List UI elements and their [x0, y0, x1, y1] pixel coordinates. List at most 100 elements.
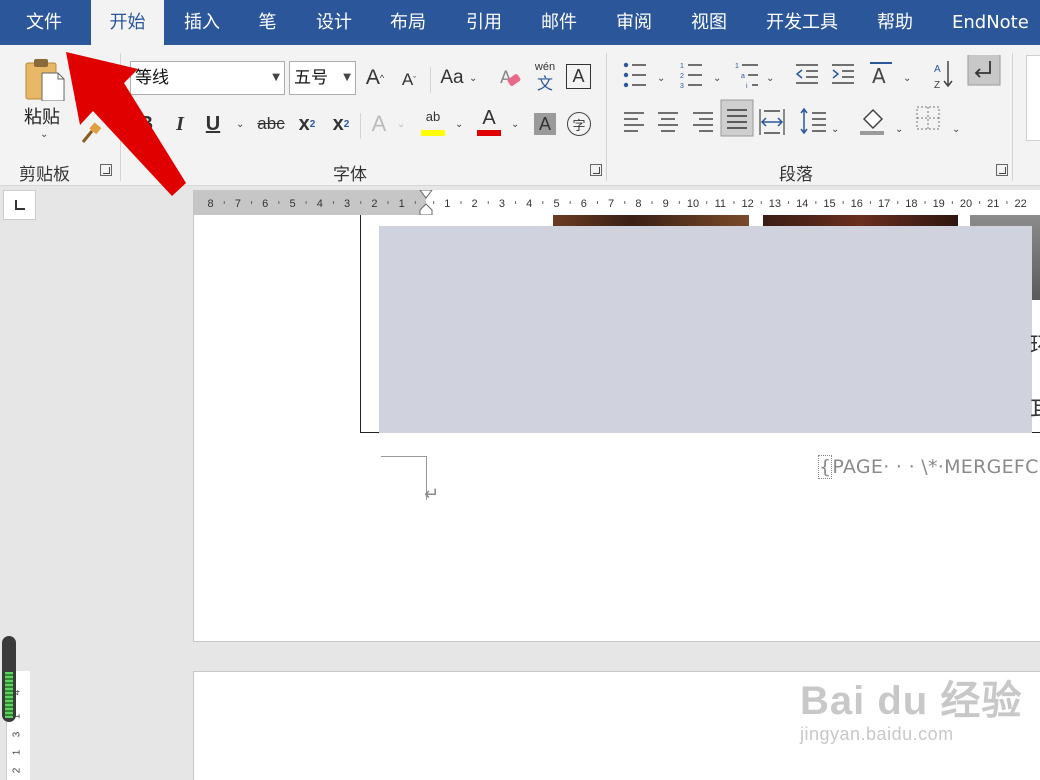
shading-icon[interactable] [860, 108, 884, 135]
subscript-button[interactable]: x2 [294, 111, 320, 137]
distributed-icon[interactable] [759, 109, 785, 135]
ruler-number: 20 [960, 198, 972, 210]
chevron-down-icon[interactable]: ⌄ [469, 73, 477, 84]
change-case-button[interactable]: Aa [436, 65, 468, 91]
ruler-number: 4 [317, 198, 323, 210]
ruler-number: 8 [208, 198, 214, 210]
tab-insert[interactable]: 插入 [166, 0, 238, 45]
chevron-down-icon[interactable]: ⌄ [511, 119, 519, 130]
tab-endnote[interactable]: EndNote X [936, 0, 1040, 78]
align-right-icon[interactable] [693, 112, 713, 132]
ruler-number: 1 [11, 749, 23, 756]
font-name-combo[interactable]: 等线 ▼ [130, 61, 285, 95]
phonetic-guide-button[interactable]: wén 文 [532, 61, 558, 95]
ruler-number: 13 [769, 198, 781, 210]
ruler-number: 11 [715, 198, 726, 210]
image-placeholder[interactable] [379, 226, 1032, 433]
text-boundary-mark [381, 456, 427, 500]
multilevel-list-icon[interactable]: 1ai [735, 63, 758, 90]
increase-indent-icon[interactable] [832, 64, 854, 84]
chevron-down-icon[interactable]: ⌄ [397, 119, 405, 130]
scroll-level [5, 672, 13, 718]
enclose-char-button[interactable]: 字 [567, 112, 591, 136]
eraser-icon: A [500, 68, 521, 88]
scroll-indicator[interactable] [2, 636, 16, 722]
strikethrough-icon: abc [257, 114, 285, 133]
format-painter-icon[interactable] [78, 121, 104, 147]
tab-pen[interactable]: 笔 [240, 0, 295, 45]
numbering-icon[interactable]: 1 2 3 [680, 63, 702, 90]
underline-icon: U [205, 112, 221, 135]
styles-gallery[interactable] [1026, 55, 1040, 141]
tab-design[interactable]: 设计 [298, 0, 370, 45]
font-launcher-icon[interactable] [590, 164, 602, 176]
ruler-number: 14 [796, 198, 808, 210]
clear-format-button[interactable]: A [496, 63, 526, 93]
decrease-indent-icon[interactable] [795, 64, 818, 84]
tab-home[interactable]: 开始 [91, 0, 164, 45]
tab-developer[interactable]: 开发工具 [748, 0, 856, 45]
tab-file[interactable]: 文件 [0, 0, 88, 45]
svg-text:3: 3 [680, 83, 684, 90]
borders-icon[interactable] [916, 106, 940, 130]
page-field-code[interactable]: {PAGE· · · \*·MERGEFC [818, 455, 1039, 479]
chevron-down-icon[interactable]: ⌄ [455, 119, 463, 130]
watermark-logo: Bai du 经验 [800, 679, 1023, 723]
font-color-button[interactable]: A [476, 107, 502, 139]
horizontal-ruler[interactable]: 8 7 6 5 4 3 2 1 1 2 3 4 5 6 7 8 9 10 11 12 13 14 15 16 17 18 19 20 2… [193, 190, 1040, 215]
tab-review[interactable]: 审阅 [598, 0, 670, 45]
paste-button[interactable]: 粘贴 ⌄ [18, 53, 72, 149]
highlight-button[interactable]: ab [420, 109, 446, 139]
paragraph-launcher-icon[interactable] [996, 164, 1008, 176]
superscript-button[interactable]: x2 [328, 111, 354, 137]
grow-font-icon: A [365, 66, 380, 89]
cut-icon[interactable]: ✂ [78, 53, 102, 77]
tab-view[interactable]: 视图 [672, 0, 746, 45]
font-name-value: 等线 [135, 68, 169, 88]
ruler-number: 12 [741, 198, 753, 210]
group-divider [120, 53, 121, 181]
ruler-number: 21 [987, 198, 999, 210]
clipboard-launcher-icon[interactable] [100, 164, 112, 176]
char-border-button[interactable]: A [566, 64, 591, 89]
ruler-number: 3 [499, 198, 505, 210]
show-marks-icon[interactable] [967, 55, 1001, 86]
tab-layout[interactable]: 布局 [372, 0, 444, 45]
grow-font-button[interactable]: A ^ [362, 65, 388, 91]
chevron-down-icon: ⌄ [766, 73, 774, 84]
char-shading-icon: A [538, 113, 551, 134]
justify-icon[interactable] [720, 99, 754, 137]
tab-selector[interactable] [3, 190, 36, 220]
watermark-url: jingyan.baidu.com [800, 724, 954, 744]
align-left-icon[interactable] [624, 112, 644, 132]
watermark: Bai du 经验 jingyan.baidu.com [800, 668, 1022, 745]
font-size-value: 五号 [294, 68, 328, 88]
indent-marker-icon[interactable] [418, 190, 434, 215]
strikethrough-button[interactable]: abc [255, 111, 287, 137]
ruler-number: 16 [851, 198, 863, 210]
tab-mailings[interactable]: 邮件 [522, 0, 596, 45]
text-effects-button[interactable]: A [366, 111, 392, 137]
text-direction-icon[interactable]: A [870, 62, 892, 88]
sort-icon[interactable]: AZ [934, 61, 953, 91]
ruler-number: 5 [553, 198, 559, 210]
tab-references[interactable]: 引用 [448, 0, 520, 45]
tab-help[interactable]: 帮助 [858, 0, 932, 45]
line-spacing-icon[interactable] [800, 107, 826, 135]
bullets-icon[interactable] [623, 62, 646, 88]
italic-button[interactable]: I [168, 111, 192, 137]
bold-button[interactable]: B [134, 111, 158, 137]
ruler-number: 18 [905, 198, 917, 210]
superscript-icon: x [332, 112, 344, 135]
align-center-icon[interactable] [658, 112, 678, 132]
phonetic-bottom: 文 [536, 74, 553, 93]
svg-text:1: 1 [735, 63, 739, 70]
paste-dropdown-icon[interactable]: ⌄ [40, 129, 48, 140]
font-size-combo[interactable]: 五号 ▼ [289, 61, 356, 95]
copy-icon[interactable] [78, 87, 102, 111]
chevron-down-icon[interactable]: ⌄ [236, 119, 244, 130]
underline-button[interactable]: U [201, 111, 225, 137]
char-shading-button[interactable]: A [534, 113, 556, 135]
shrink-font-button[interactable]: Aˇ [396, 67, 422, 93]
ruler-number: 9 [663, 198, 669, 210]
